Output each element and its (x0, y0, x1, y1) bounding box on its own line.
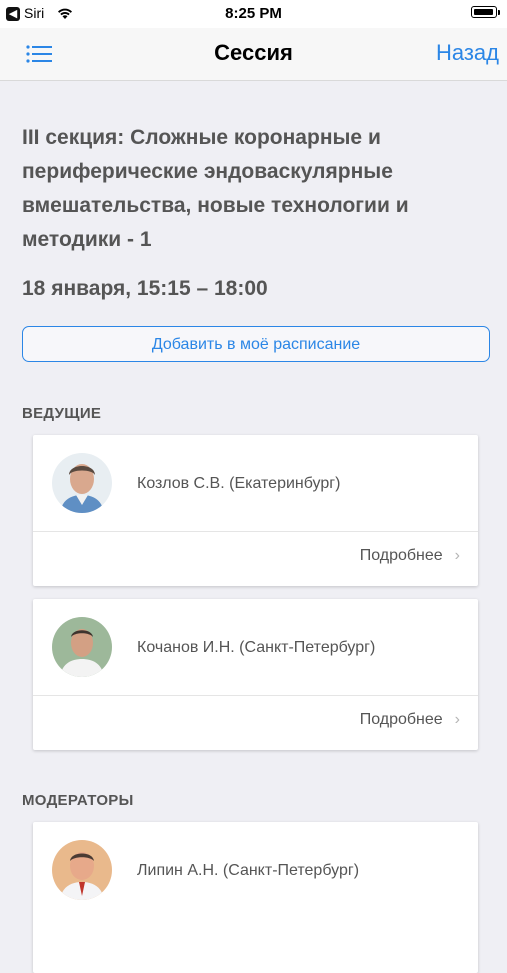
details-label: Подробнее (359, 547, 443, 564)
avatar (52, 453, 112, 513)
chevron-right-icon: › (454, 711, 460, 728)
moderator-card[interactable]: Липин А.Н. (Санкт-Петербург) (33, 822, 478, 973)
host-card[interactable]: Кочанов И.Н. (Санкт-Петербург) Подробнее… (33, 599, 478, 750)
hosts-section-header: ВЕДУЩИЕ (22, 405, 102, 422)
avatar (52, 840, 112, 900)
session-title: III секция: Сложные коронарные и перифер… (22, 126, 409, 251)
host-name: Кочанов И.Н. (Санкт-Петербург) (137, 639, 376, 656)
navigation-bar: Сессия Назад (0, 28, 507, 81)
avatar (52, 617, 112, 677)
details-link[interactable]: Подробнее › (360, 711, 460, 729)
host-name: Козлов С.В. (Екатеринбург) (137, 475, 341, 492)
card-divider (33, 695, 478, 696)
back-button[interactable]: Назад (436, 40, 499, 66)
page-title: Сессия (214, 40, 293, 65)
card-divider (33, 531, 478, 532)
battery-icon (471, 6, 500, 18)
moderators-section-header: МОДЕРАТОРЫ (22, 792, 134, 809)
session-time: 18 января, 15:15 – 18:00 (22, 277, 268, 300)
status-bar: ◀ Siri 8:25 PM (0, 0, 507, 28)
add-to-schedule-button[interactable]: Добавить в моё расписание (22, 326, 490, 362)
session-content: III секция: Сложные коронарные и перифер… (0, 81, 507, 973)
details-label: Подробнее (359, 711, 443, 728)
host-card[interactable]: Козлов С.В. (Екатеринбург) Подробнее › (33, 435, 478, 586)
clock: 8:25 PM (225, 5, 282, 22)
chevron-right-icon: › (454, 547, 460, 564)
details-link[interactable]: Подробнее › (360, 547, 460, 565)
moderator-name: Липин А.Н. (Санкт-Петербург) (137, 862, 360, 879)
